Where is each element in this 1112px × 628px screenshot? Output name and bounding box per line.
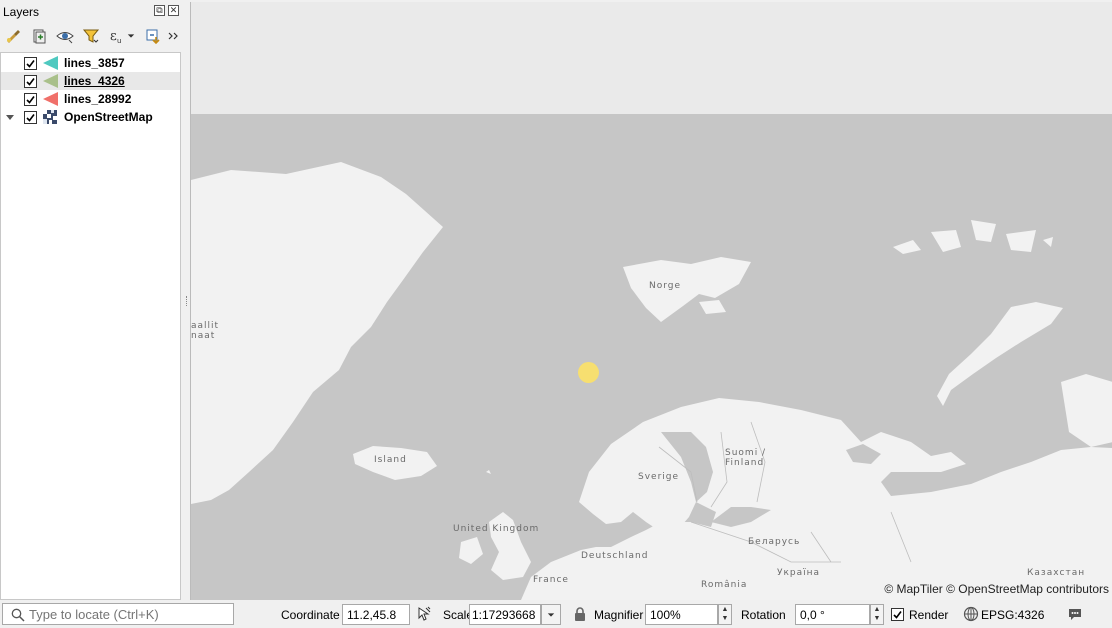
map-label-island: Island: [374, 455, 407, 465]
layers-toolbar: εu: [2, 25, 184, 47]
map-label-suomi: Suomi / Finland: [725, 448, 767, 468]
crs-globe-icon[interactable]: [963, 606, 979, 622]
chevron-down-icon[interactable]: [124, 25, 138, 47]
rotation-label: Rotation: [741, 608, 786, 622]
layers-panel-title: Layers: [3, 5, 40, 19]
map-canvas[interactable]: aallit naat Norge Island Sverige Suomi /…: [190, 2, 1112, 600]
locator-bar[interactable]: [2, 603, 234, 625]
svg-text:u: u: [117, 37, 121, 45]
map-label-france: France: [533, 575, 569, 585]
locator-input[interactable]: [29, 606, 229, 622]
coordinate-field[interactable]: 11.2,45.8: [342, 604, 410, 625]
raster-layer-icon: [43, 110, 57, 124]
map-attribution: © MapTiler © OpenStreetMap contributors: [884, 582, 1109, 596]
scale-field[interactable]: 1:17293668: [469, 604, 541, 625]
layer-row-openstreetmap[interactable]: OpenStreetMap: [1, 108, 180, 126]
filter-legend-icon[interactable]: [80, 25, 102, 47]
map-label-romania: România: [701, 580, 748, 590]
status-bar: Coordinate 11.2,45.8 Scale 1:17293668 Ma…: [0, 600, 1112, 628]
layer-name: lines_3857: [64, 56, 125, 70]
basemap-tiles: [191, 2, 1112, 600]
lock-scale-icon[interactable]: [572, 606, 588, 622]
map-label-sverige: Sverige: [638, 472, 680, 482]
layer-visibility-checkbox[interactable]: [24, 110, 37, 124]
messages-icon[interactable]: [1067, 606, 1083, 622]
rotation-spinner[interactable]: ▲ ▼: [870, 604, 884, 625]
mouse-coordinate-toggle-icon[interactable]: [415, 606, 431, 622]
map-label-belarus: Беларусь: [748, 537, 801, 547]
map-label-greenland: aallit naat: [191, 321, 220, 341]
layer-name: lines_4326: [64, 74, 125, 88]
layer-tree: lines_3857 lines_4326 lines_28992 OpenSt…: [0, 52, 181, 600]
magnifier-label: Magnifier: [594, 608, 644, 622]
layer-row-lines-4326[interactable]: lines_4326: [1, 72, 180, 90]
expand-all-icon[interactable]: [142, 25, 164, 47]
line-layer-icon: [43, 74, 58, 88]
layer-visibility-checkbox[interactable]: [24, 74, 37, 88]
layer-name: OpenStreetMap: [64, 110, 153, 124]
magnifier-field[interactable]: 100%: [645, 604, 718, 625]
map-label-kazakhstan: Казахстан: [1027, 568, 1086, 578]
coordinate-label: Coordinate: [281, 608, 340, 622]
search-icon: [11, 608, 25, 622]
line-layer-icon: [43, 92, 58, 106]
rotation-field[interactable]: 0,0 °: [795, 604, 870, 625]
render-label: Render: [909, 608, 949, 622]
map-label-deutschland: Deutschland: [581, 551, 649, 561]
scale-dropdown-button[interactable]: [541, 604, 561, 625]
layer-visibility-checkbox[interactable]: [24, 56, 37, 70]
style-manager-icon[interactable]: [2, 25, 24, 47]
layer-name: lines_28992: [64, 92, 132, 106]
visibility-icon[interactable]: [54, 25, 76, 47]
expand-arrow-icon[interactable]: [6, 113, 14, 121]
layer-visibility-checkbox[interactable]: [24, 92, 37, 106]
point-marker: [578, 362, 599, 383]
map-label-united-kingdom: United Kingdom: [453, 524, 540, 534]
svg-text:ε: ε: [110, 29, 117, 44]
line-layer-icon: [43, 56, 58, 70]
chevron-down-icon: [547, 613, 555, 617]
map-label-ukraina: Україна: [777, 568, 821, 578]
panel-splitter-handle[interactable]: [186, 296, 188, 306]
qgis-main-window: Layers ⧉ ✕ εu lines_3857 lines_4326 line…: [0, 0, 1112, 628]
float-panel-button[interactable]: ⧉: [154, 5, 165, 16]
magnifier-spinner[interactable]: ▲ ▼: [718, 604, 732, 625]
layer-row-lines-28992[interactable]: lines_28992: [1, 90, 180, 108]
close-panel-button[interactable]: ✕: [168, 5, 179, 16]
layers-panel: Layers ⧉ ✕ εu lines_3857 lines_4326 line…: [0, 0, 186, 603]
render-checkbox[interactable]: [891, 608, 904, 621]
crs-label[interactable]: EPSG:4326: [981, 608, 1044, 622]
map-label-norge: Norge: [649, 281, 682, 291]
layer-row-lines-3857[interactable]: lines_3857: [1, 54, 180, 72]
more-icon[interactable]: [162, 25, 184, 47]
add-group-icon[interactable]: [28, 25, 50, 47]
